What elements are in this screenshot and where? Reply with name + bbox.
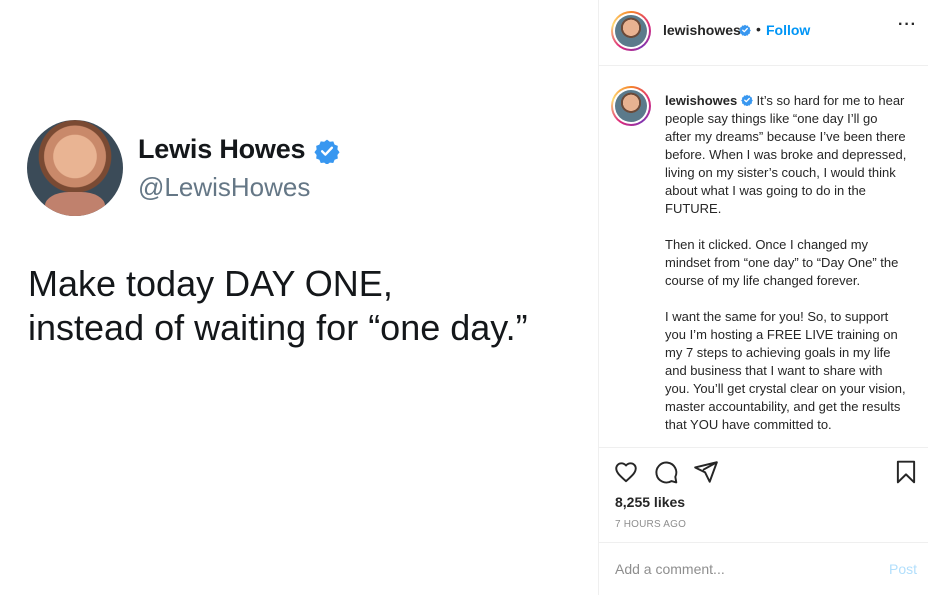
tweet-author-name: Lewis Howes — [138, 134, 306, 164]
comment-icon[interactable] — [653, 459, 679, 485]
comment-bar: Post — [599, 543, 928, 595]
post-comment-button[interactable]: Post — [889, 561, 917, 577]
caption-paragraph: Then it clicked. Once I changed my minds… — [665, 237, 899, 288]
post-side-panel: lewishowes • Follow ··· lewishowes It’s … — [598, 0, 928, 595]
post-actions: 8,255 likes 7 HOURS AGO — [599, 447, 928, 543]
tweet-avatar — [27, 120, 123, 216]
header-username[interactable]: lewishowes — [663, 22, 741, 38]
post-image[interactable]: Lewis Howes @LewisHowes Make today DAY O… — [0, 0, 598, 595]
post-timestamp[interactable]: 7 HOURS AGO — [615, 519, 686, 530]
verified-icon — [739, 24, 751, 36]
caption-username[interactable]: lewishowes — [665, 93, 737, 108]
separator-dot: • — [756, 21, 761, 37]
post-header: lewishowes • Follow ··· — [599, 0, 928, 66]
follow-button[interactable]: Follow — [766, 22, 810, 38]
heart-icon[interactable] — [613, 459, 639, 485]
tweet-text: Make today DAY ONE, instead of waiting f… — [28, 262, 588, 350]
bookmark-icon[interactable] — [893, 459, 919, 485]
comment-input[interactable] — [615, 559, 865, 579]
tweet-handle: @LewisHowes — [138, 172, 311, 202]
avatar[interactable] — [611, 86, 651, 126]
tweet-text-line: instead of waiting for “one day.” — [28, 307, 528, 348]
more-options-icon[interactable]: ··· — [898, 16, 917, 34]
caption: lewishowes It’s so hard for me to hear p… — [665, 92, 907, 447]
likes-count[interactable]: 8,255 likes — [615, 494, 685, 510]
caption-section[interactable]: lewishowes It’s so hard for me to hear p… — [599, 66, 928, 447]
verified-icon — [314, 139, 340, 164]
caption-paragraph: It’s so hard for me to hear people say t… — [665, 93, 907, 216]
verified-icon — [741, 94, 753, 106]
share-icon[interactable] — [693, 459, 719, 485]
avatar[interactable] — [611, 11, 651, 51]
caption-paragraph: I want the same for you! So, to support … — [665, 309, 906, 432]
tweet-text-line: Make today DAY ONE, — [28, 263, 393, 304]
